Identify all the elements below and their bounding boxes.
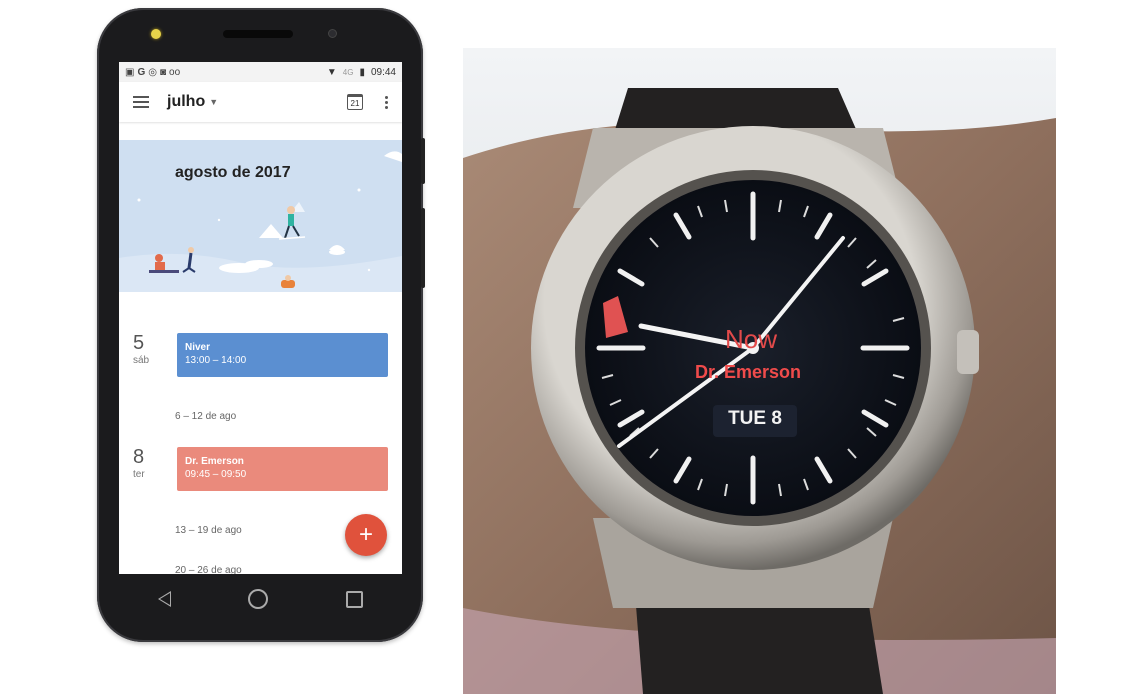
smartphone: ▣ G ◎ ◙ oo ▼ 4G ▮ 09:44 julho ▼ 21 agost… xyxy=(97,8,425,642)
battery-icon: ▮ xyxy=(359,66,365,78)
more-options-icon[interactable] xyxy=(385,95,388,109)
event-card-niver[interactable]: Niver 13:00 – 14:00 xyxy=(177,333,388,377)
app-bar: julho ▼ 21 xyxy=(119,82,402,122)
event-card-dr-emerson[interactable]: Dr. Emerson 09:45 – 09:50 xyxy=(177,447,388,491)
event-title: Niver xyxy=(185,342,211,353)
month-selector[interactable]: julho ▼ xyxy=(167,93,218,111)
event-title: Dr. Emerson xyxy=(185,456,244,467)
event-time: 09:45 – 09:50 xyxy=(185,469,247,480)
watch-date-label: TUE 8 xyxy=(728,408,782,429)
google-icon: G xyxy=(137,66,146,78)
phone-screen: ▣ G ◎ ◙ oo ▼ 4G ▮ 09:44 julho ▼ 21 agost… xyxy=(119,62,402,574)
gallery-icon: ▣ xyxy=(125,66,135,78)
navigation-bar xyxy=(119,574,402,624)
status-bar: ▣ G ◎ ◙ oo ▼ 4G ▮ 09:44 xyxy=(119,62,402,82)
watch-event-label: Dr. Emerson xyxy=(695,362,802,382)
week-label: 6 – 12 de ago xyxy=(175,411,237,422)
day-weekday: sáb xyxy=(133,355,150,366)
earpiece-speaker xyxy=(223,30,293,38)
day-number: 5 xyxy=(133,332,145,354)
hamburger-menu-icon[interactable] xyxy=(133,96,149,108)
recent-apps-icon[interactable] xyxy=(346,590,364,608)
front-camera xyxy=(151,29,161,39)
week-label: 20 – 26 de ago xyxy=(175,565,242,574)
back-icon[interactable] xyxy=(157,591,171,607)
volume-button[interactable] xyxy=(421,208,425,288)
watch-now-label: Now xyxy=(725,324,778,354)
add-event-button[interactable]: + xyxy=(345,514,387,556)
instagram-icon: ◙ xyxy=(159,66,167,78)
wifi-icon: ▼ xyxy=(326,66,337,78)
winter-illustration xyxy=(119,151,402,292)
clock: 09:44 xyxy=(370,66,396,78)
home-icon[interactable] xyxy=(248,589,269,609)
today-calendar-icon[interactable]: 21 xyxy=(347,94,363,110)
day-number: 8 xyxy=(133,446,145,468)
day-weekday: ter xyxy=(133,469,145,480)
voicemail-icon: oo xyxy=(169,66,181,78)
smartwatch-photo: Now Dr. Emerson TUE 8 xyxy=(463,48,1056,694)
month-label: julho xyxy=(167,93,206,110)
proximity-sensor xyxy=(328,29,337,38)
whatsapp-icon: ◎ xyxy=(148,66,157,78)
week-label: 13 – 19 de ago xyxy=(175,525,242,536)
caret-down-icon: ▼ xyxy=(209,97,219,107)
network-label: 4G xyxy=(342,67,354,77)
event-time: 13:00 – 14:00 xyxy=(185,355,247,366)
power-button[interactable] xyxy=(421,138,425,184)
month-banner: agosto de 2017 xyxy=(119,140,402,292)
